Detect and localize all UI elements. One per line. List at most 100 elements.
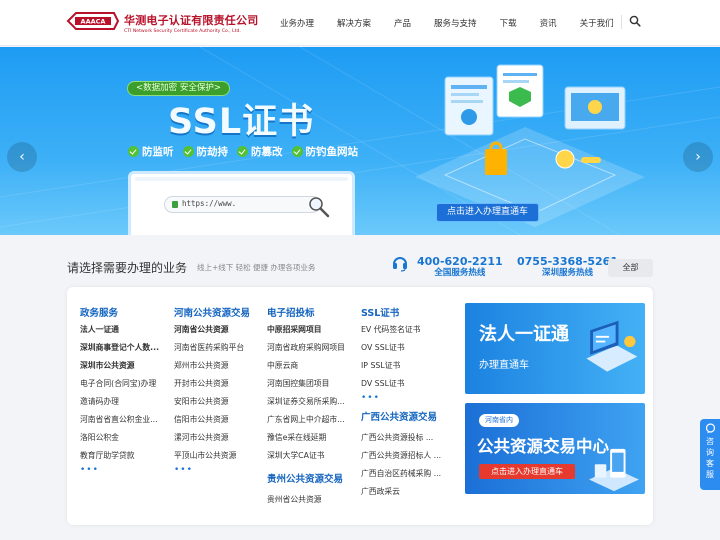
promo-card-legal-cert[interactable]: 法人一证通 办理直通车 [465, 303, 645, 394]
list-item[interactable]: OV SSL证书 [361, 339, 441, 357]
security-isometric-illustration [415, 64, 645, 227]
check-icon [291, 146, 303, 157]
list-item[interactable]: 广西政采云 [361, 483, 441, 501]
check-icon [128, 146, 139, 157]
column-gov: 政务服务 法人一证通 深圳商事登记个人数... 深圳市公共资源 电子合同(合同宝… [80, 305, 164, 479]
list-item[interactable]: 河南国控集团项目 [267, 375, 351, 393]
column-title-ssl[interactable]: SSL证书 [361, 305, 441, 321]
list-item[interactable]: 教育厅助学贷款 [80, 447, 164, 465]
carousel-next-button[interactable]: › [683, 142, 713, 172]
list-item[interactable]: 广西公共资源投标 ... [361, 429, 441, 447]
list-item[interactable]: 开封市公共资源 [174, 375, 250, 393]
list-item[interactable]: 深圳大学CA证书 [267, 447, 351, 465]
top-header: AAACA 华测电子认证有限责任公司 CTI Network Security … [0, 0, 720, 46]
hero-banner[interactable]: <数据加密 安全保护> SSL证书 防监听 防劫持 防篡改 防钓鱼网站 http… [0, 47, 720, 235]
list-item[interactable]: 深圳商事登记个人数... [80, 339, 164, 357]
feature-item: 防监听 [128, 144, 174, 159]
all-business-button[interactable]: 全部 [608, 259, 653, 277]
list-item[interactable]: 漯河市公共资源 [174, 429, 250, 447]
promo-card-henan-trading[interactable]: 河南省内 公共资源交易中心 点击进入办理直通车 [465, 403, 645, 494]
list-item[interactable]: 电子合同(合同宝)办理 [80, 375, 164, 393]
hotline-national: 400-620-2211 全国服务热线 [417, 255, 503, 279]
business-title: 请选择需要办理的业务 [67, 261, 188, 275]
headset-icon [393, 257, 407, 272]
hotline-national-label: 全国服务热线 [434, 268, 486, 278]
search-icon[interactable] [629, 15, 641, 27]
more-link-ssl[interactable]: ••• [361, 393, 441, 407]
list-item[interactable]: 深圳市公共资源 [80, 357, 164, 375]
mobile-illustration [589, 448, 639, 492]
nav-item-products[interactable]: 产品 [394, 17, 411, 29]
column-title-gov[interactable]: 政务服务 [80, 305, 164, 321]
check-icon [237, 146, 248, 157]
brand-name[interactable]: 华测电子认证有限责任公司 CTI Network Security Certif… [124, 12, 258, 34]
company-logo[interactable]: AAACA [66, 9, 120, 33]
column-title-bidding[interactable]: 电子招投标 [267, 305, 351, 321]
list-item[interactable]: 河南省医药采购平台 [174, 339, 250, 357]
nav-item-business[interactable]: 业务办理 [280, 17, 314, 29]
list-item[interactable]: 河南省公共资源 [174, 321, 250, 339]
feature-item: 防钓鱼网站 [291, 144, 358, 159]
brand-name-en: CTI Network Security Certificate Authori… [124, 29, 241, 34]
url-text: https://www. [182, 199, 237, 208]
list-item[interactable]: 中原招采网项目 [267, 321, 351, 339]
list-item[interactable]: 信阳市公共资源 [174, 411, 250, 429]
list-item[interactable]: DV SSL证书 [361, 375, 441, 393]
column-ssl: SSL证书 EV 代码签名证书 OV SSL证书 IP SSL证书 DV SSL… [361, 305, 441, 501]
list-item[interactable]: 贵州省公共资源 [267, 491, 351, 509]
list-item[interactable]: 广西自治区药械采购 ... [361, 465, 441, 483]
banner-features: 防监听 防劫持 防篡改 防钓鱼网站 [128, 144, 367, 159]
list-item[interactable]: 郑州市公共资源 [174, 357, 250, 375]
nav-item-support[interactable]: 服务与支持 [434, 17, 477, 29]
nav-divider [621, 15, 622, 29]
list-item[interactable]: 平顶山市公共资源 [174, 447, 250, 465]
carousel-prev-button[interactable]: ‹ [7, 142, 37, 172]
list-item[interactable]: 深圳证券交易所采购... [267, 393, 351, 411]
list-item[interactable]: 洛阳公积金 [80, 429, 164, 447]
column-title-henan[interactable]: 河南公共资源交易 [174, 305, 250, 321]
business-bar: 请选择需要办理的业务 线上+线下 轻松 便捷 办理各项业务 400-620-22… [67, 253, 653, 283]
list-item[interactable]: IP SSL证书 [361, 357, 441, 375]
laptop-illustration [586, 320, 638, 372]
list-item[interactable]: 法人一证通 [80, 321, 164, 339]
magnifier-icon [309, 197, 330, 218]
browser-topbar [135, 177, 348, 181]
nav-item-news[interactable]: 资讯 [540, 17, 557, 29]
list-item[interactable]: 河南省省直公积金业... [80, 411, 164, 429]
url-bar: https://www. [164, 196, 321, 213]
list-item[interactable]: 邀请码办理 [80, 393, 164, 411]
promo-henan-button[interactable]: 点击进入办理直通车 [479, 464, 575, 479]
customer-service-label: 咨询客服 [706, 437, 714, 479]
banner-title: SSL证书 [168, 102, 315, 142]
promo-legal-cert-title: 法人一证通 [479, 324, 569, 345]
chat-icon [705, 423, 715, 434]
column-title-guizhou[interactable]: 贵州公共资源交易 [267, 469, 351, 491]
hotline-shenzhen-number: 0755-3368-5261 [517, 255, 618, 268]
promo-henan-tag: 河南省内 [479, 414, 519, 427]
more-link-henan[interactable]: ••• [174, 465, 250, 479]
list-item[interactable]: 豫信e采在线延期 [267, 429, 351, 447]
chevron-left-icon: ‹ [19, 149, 25, 165]
list-item[interactable]: 广西公共资源招标人 ... [361, 447, 441, 465]
logo-mark-text: AAACA [81, 18, 106, 26]
check-icon [182, 146, 194, 157]
list-item[interactable]: 中原云商 [267, 357, 351, 375]
nav-item-about[interactable]: 关于我们 [580, 17, 614, 29]
feature-label: 防劫持 [196, 146, 229, 158]
list-item[interactable]: EV 代码签名证书 [361, 321, 441, 339]
nav-item-download[interactable]: 下载 [500, 17, 517, 29]
column-bidding: 电子招投标 中原招采网项目 河南省政府采购网项目 中原云商 河南国控集团项目 深… [267, 305, 351, 509]
banner-cta-button[interactable]: 点击进入办理直通车 [437, 204, 538, 221]
hotline-national-number: 400-620-2211 [417, 255, 503, 268]
column-title-guangxi[interactable]: 广西公共资源交易 [361, 407, 441, 429]
feature-item: 防劫持 [182, 144, 229, 159]
nav-item-solutions[interactable]: 解决方案 [337, 17, 371, 29]
list-item[interactable]: 安阳市公共资源 [174, 393, 250, 411]
list-item[interactable]: 广东省网上中介超市... [267, 411, 351, 429]
promo-legal-cert-subtitle: 办理直通车 [479, 360, 529, 371]
list-item[interactable]: 河南省政府采购网项目 [267, 339, 351, 357]
more-link-gov[interactable]: ••• [80, 465, 164, 479]
customer-service-tab[interactable]: 咨询客服 [700, 419, 720, 490]
brand-name-cn: 华测电子认证有限责任公司 [124, 14, 259, 27]
browser-illustration: https://www. [128, 171, 355, 235]
